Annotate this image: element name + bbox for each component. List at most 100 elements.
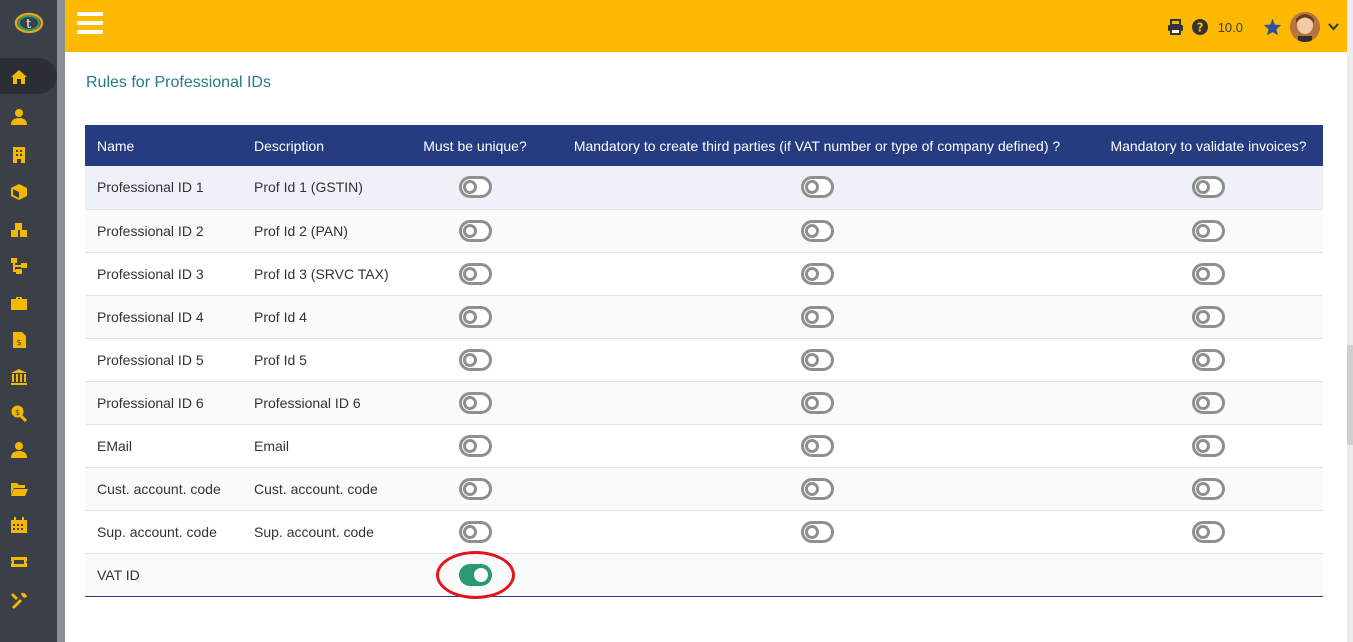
home-icon <box>11 70 27 84</box>
mandatory-third-parties-cell <box>540 424 1094 468</box>
version-label: 10.0 <box>1217 19 1243 35</box>
must-be-unique-cell <box>410 510 540 554</box>
top-bar: ? 10.0 <box>65 0 1347 52</box>
must-be-unique-toggle[interactable] <box>458 219 492 242</box>
sidebar-item-boxes[interactable] <box>8 219 30 241</box>
must-be-unique-cell <box>410 338 540 382</box>
row-name: Professional ID 5 <box>85 338 242 382</box>
sidebar-item-home[interactable] <box>8 66 30 88</box>
row-name: Professional ID 4 <box>85 295 242 339</box>
ticket-icon <box>11 557 27 567</box>
mandatory-invoices-cell <box>1094 166 1323 210</box>
sidebar-item-tools[interactable] <box>8 589 30 611</box>
mandatory-third-parties-toggle[interactable] <box>800 348 834 371</box>
row-description: Prof Id 4 <box>242 295 410 339</box>
print-icon[interactable] <box>1167 19 1184 35</box>
menu-toggle-icon[interactable] <box>77 12 103 34</box>
page-scrollbar[interactable] <box>1347 0 1353 642</box>
briefcase-icon <box>11 297 27 310</box>
row-description: Prof Id 1 (GSTIN) <box>242 166 410 210</box>
must-be-unique-toggle[interactable] <box>458 348 492 371</box>
sidebar-item-briefcase[interactable] <box>8 292 30 314</box>
row-description: Prof Id 5 <box>242 338 410 382</box>
sidebar-item-folder-open[interactable] <box>8 478 30 500</box>
mandatory-third-parties-cell <box>540 209 1094 253</box>
mandatory-invoices-cell <box>1094 295 1323 339</box>
column-header-mandatory-third-parties: Mandatory to create third parties (if VA… <box>573 137 1061 154</box>
must-be-unique-cell <box>410 252 540 296</box>
table-row: Professional ID 5 Prof Id 5 <box>85 338 1323 382</box>
must-be-unique-toggle[interactable] <box>458 434 492 457</box>
mandatory-third-parties-toggle[interactable] <box>800 434 834 457</box>
sidebar-item-ticket[interactable] <box>8 551 30 573</box>
row-description: Prof Id 2 (PAN) <box>242 209 410 253</box>
must-be-unique-toggle[interactable] <box>458 305 492 328</box>
must-be-unique-cell <box>410 467 540 511</box>
must-be-unique-toggle[interactable] <box>458 391 492 414</box>
mandatory-third-parties-cell <box>540 252 1094 296</box>
sidebar-item-sitemap[interactable] <box>8 255 30 277</box>
chevron-down-icon[interactable] <box>1328 23 1339 31</box>
must-be-unique-toggle[interactable] <box>458 563 492 586</box>
row-description: Prof Id 3 (SRVC TAX) <box>242 252 410 296</box>
sidebar-item-users[interactable] <box>8 439 30 461</box>
sidebar-item-calendar[interactable] <box>8 514 30 536</box>
mandatory-third-parties-toggle[interactable] <box>800 219 834 242</box>
mandatory-third-parties-cell <box>540 295 1094 339</box>
bookmark-star-icon[interactable] <box>1263 18 1282 36</box>
sidebar-item-invoice[interactable]: $ <box>8 329 30 351</box>
must-be-unique-cell <box>410 381 540 425</box>
scrollbar-thumb[interactable] <box>1347 345 1353 445</box>
mandatory-third-parties-toggle[interactable] <box>800 176 834 199</box>
sidebar-item-box[interactable] <box>8 181 30 203</box>
must-be-unique-toggle[interactable] <box>458 176 492 199</box>
table-row: Professional ID 2 Prof Id 2 (PAN) <box>85 209 1323 253</box>
search-dollar-icon: $ <box>11 405 28 422</box>
must-be-unique-toggle[interactable] <box>458 262 492 285</box>
tools-icon <box>11 592 27 609</box>
building-icon <box>13 147 25 163</box>
mandatory-invoices-toggle[interactable] <box>1192 520 1225 543</box>
svg-text:t: t <box>26 17 32 32</box>
sidebar-item-search-dollar[interactable]: $ <box>8 402 30 424</box>
sidebar-item-building[interactable] <box>8 144 30 166</box>
mandatory-invoices-toggle[interactable] <box>1192 434 1225 457</box>
mandatory-invoices-toggle[interactable] <box>1192 477 1225 500</box>
mandatory-third-parties-cell <box>540 381 1094 425</box>
mandatory-third-parties-toggle[interactable] <box>800 477 834 500</box>
mandatory-invoices-toggle[interactable] <box>1192 219 1225 242</box>
mandatory-invoices-toggle[interactable] <box>1192 262 1225 285</box>
must-be-unique-cell <box>410 295 540 339</box>
sidebar-item-user[interactable] <box>8 106 30 128</box>
table-header-row: Name Description Must be unique? Mandato… <box>85 125 1323 166</box>
column-header-unique: Must be unique? <box>423 137 527 154</box>
must-be-unique-cell <box>410 424 540 468</box>
must-be-unique-cell <box>410 553 540 597</box>
left-sidebar: t $ $ <box>0 0 57 642</box>
mandatory-third-parties-toggle[interactable] <box>800 262 834 285</box>
sitemap-icon <box>11 258 27 274</box>
mandatory-third-parties-toggle[interactable] <box>800 520 834 543</box>
table-row: Professional ID 3 Prof Id 3 (SRVC TAX) <box>85 252 1323 296</box>
page-title: Rules for Professional IDs <box>86 74 271 91</box>
mandatory-invoices-toggle[interactable] <box>1192 305 1225 328</box>
app-logo[interactable]: t <box>14 12 44 34</box>
mandatory-third-parties-toggle[interactable] <box>800 391 834 414</box>
table-row: Professional ID 1 Prof Id 1 (GSTIN) <box>85 166 1323 210</box>
sidebar-item-bank[interactable] <box>8 366 30 388</box>
mandatory-invoices-cell <box>1094 510 1323 554</box>
row-description: Email <box>242 424 410 468</box>
folder-open-icon <box>11 483 28 496</box>
mandatory-invoices-toggle[interactable] <box>1192 348 1225 371</box>
mandatory-invoices-toggle[interactable] <box>1192 176 1225 199</box>
help-icon[interactable]: ? <box>1191 19 1208 35</box>
table-row: Professional ID 4 Prof Id 4 <box>85 295 1323 339</box>
row-name: Professional ID 2 <box>85 209 242 253</box>
mandatory-invoices-toggle[interactable] <box>1192 391 1225 414</box>
user-avatar[interactable] <box>1290 12 1320 42</box>
must-be-unique-toggle[interactable] <box>458 520 492 543</box>
mandatory-third-parties-toggle[interactable] <box>800 305 834 328</box>
row-name: Professional ID 3 <box>85 252 242 296</box>
must-be-unique-toggle[interactable] <box>458 477 492 500</box>
row-name: Professional ID 6 <box>85 381 242 425</box>
